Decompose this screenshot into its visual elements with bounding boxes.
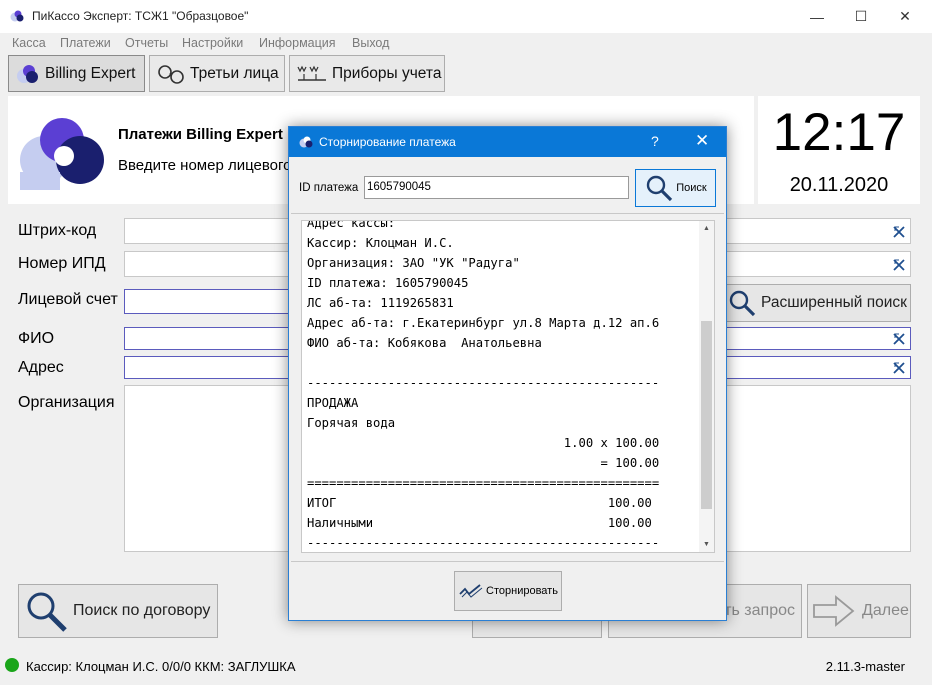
receipt-view[interactable]: Адрес кассы: Кассир: Клоцман И.С. Органи… <box>301 220 715 553</box>
next-label: Далее <box>862 602 909 619</box>
help-button[interactable]: ? <box>651 133 659 149</box>
arrow-right-icon <box>813 595 855 627</box>
divider <box>291 213 724 214</box>
reverse-payment-button[interactable]: Сторнировать <box>454 571 562 611</box>
tab-billing-expert[interactable]: Billing Expert <box>8 55 145 92</box>
app-logo-icon <box>10 10 24 22</box>
receipt-line: Адрес аб-та: г.Екатеринбург ул.8 Марта д… <box>307 316 660 330</box>
status-text: Кассир: Клоцман И.С. 0/0/0 ККМ: ЗАГЛУШКА <box>26 659 296 674</box>
page-title: Платежи Billing Expert <box>118 126 283 143</box>
payment-id-label: ID платежа <box>299 182 359 194</box>
tab-third-parties[interactable]: Третьи лица <box>149 55 285 92</box>
billing-logo-icon <box>17 64 38 83</box>
receipt-line: = 100.00 <box>307 456 660 470</box>
payment-id-input[interactable]: 1605790045 <box>364 176 629 199</box>
app-logo-icon <box>299 136 313 148</box>
receipt-line: Наличными 100.00 <box>307 516 652 530</box>
menu-item-reports[interactable]: Отчеты <box>125 36 168 50</box>
close-window-button[interactable]: ✕ <box>882 0 928 33</box>
magnifier-icon <box>27 592 67 632</box>
maximize-button[interactable]: ☐ <box>838 0 884 33</box>
clock-date: 20.11.2020 <box>789 174 889 196</box>
receipt-line <box>307 353 699 373</box>
billing-logo <box>20 118 104 190</box>
clear-barcode-icon[interactable] <box>892 225 906 239</box>
menu-bar: Касса Платежи Отчеты Настройки Информаци… <box>0 33 932 53</box>
clear-address-icon[interactable] <box>892 361 906 375</box>
receipt-line: ID платежа: 1605790045 <box>307 276 469 290</box>
magnifier-icon <box>729 290 756 317</box>
menu-item-exit[interactable]: Выход <box>352 36 389 50</box>
receipt-line: ФИО аб-та: Кобякова Анатольевна <box>307 336 542 350</box>
receipt-scrollbar[interactable]: ▲ ▼ <box>699 221 714 552</box>
tab-third-parties-label: Третьи лица <box>190 64 279 82</box>
receipt-line: Горячая вода <box>307 416 396 430</box>
storno-dialog: Сторнирование платежа ? ✕ ID платежа 160… <box>288 126 727 621</box>
fio-label: ФИО <box>18 330 55 347</box>
menu-item-info[interactable]: Информация <box>259 36 336 50</box>
receipt-line: ПРОДАЖА <box>307 396 359 410</box>
dialog-close-button[interactable]: ✕ <box>695 131 709 151</box>
clock-panel: 12:17 20.11.2020 <box>758 96 920 204</box>
receipt-text: Адрес кассы: Кассир: Клоцман И.С. Органи… <box>307 220 699 552</box>
extended-search-button[interactable]: Расширенный поиск <box>724 284 911 322</box>
scroll-down-arrow[interactable]: ▼ <box>699 537 714 552</box>
receipt-line: ----------------------------------------… <box>307 536 660 550</box>
reverse-button-label: Сторнировать <box>486 585 558 597</box>
search-button[interactable]: Поиск <box>635 169 716 207</box>
menu-item-payments[interactable]: Платежи <box>60 36 111 50</box>
receipt-line: Кассир: Клоцман И.С. <box>307 236 454 250</box>
tab-meters-label: Приборы учета <box>332 64 442 82</box>
next-button[interactable]: Далее <box>807 584 911 638</box>
status-indicator <box>5 658 19 672</box>
menu-item-kassa[interactable]: Касса <box>12 36 46 50</box>
dialog-title: Сторнирование платежа <box>319 135 456 149</box>
scroll-thumb[interactable] <box>701 321 712 509</box>
tab-billing-expert-label: Billing Expert <box>45 64 136 82</box>
scroll-up-arrow[interactable]: ▲ <box>699 221 714 236</box>
receipt-line: 1.00 x 100.00 <box>307 436 660 450</box>
organization-label: Организация <box>18 394 115 411</box>
divider <box>291 561 724 562</box>
receipt-line: ИТОГ 100.00 <box>307 496 652 510</box>
clock-time: 12:17 <box>772 103 906 162</box>
account-label: Лицевой счет <box>18 291 118 308</box>
window-title: ПиКассо Эксперт: ТСЖ1 "Образцовое" <box>32 9 249 23</box>
menu-item-settings[interactable]: Настройки <box>182 36 243 50</box>
barcode-label: Штрих-код <box>18 222 97 239</box>
receipt-line: Организация: ЗАО "УК "Радуга" <box>307 256 520 270</box>
address-label: Адрес <box>18 359 64 376</box>
checkmark-icon <box>459 584 483 598</box>
receipt-line: Адрес кассы: <box>307 220 396 230</box>
clear-ipd-icon[interactable] <box>892 258 906 272</box>
receipt-line: ========================================… <box>307 476 660 490</box>
extended-search-label: Расширенный поиск <box>761 294 907 311</box>
contract-search-label: Поиск по договору <box>73 602 211 619</box>
minimize-button[interactable]: — <box>794 0 840 33</box>
clear-fio-icon[interactable] <box>892 332 906 346</box>
version-label: 2.11.3-master <box>825 659 905 674</box>
receipt-line: ЛС аб-та: 1119265831 <box>307 296 454 310</box>
dialog-titlebar: Сторнирование платежа ? ✕ <box>289 127 726 157</box>
tab-meters[interactable]: Приборы учета <box>289 55 445 92</box>
meter-icon <box>297 65 326 81</box>
window-titlebar: ПиКассо Эксперт: ТСЖ1 "Образцовое" — ☐ ✕ <box>0 0 932 33</box>
glasses-icon <box>158 64 184 84</box>
contract-search-button[interactable]: Поиск по договору <box>18 584 218 638</box>
send-request-label: ть запрос <box>724 602 795 619</box>
ipd-label: Номер ИПД <box>18 255 106 272</box>
receipt-line: ----------------------------------------… <box>307 376 660 390</box>
magnifier-icon <box>647 175 673 202</box>
search-button-label: Поиск <box>676 182 707 194</box>
